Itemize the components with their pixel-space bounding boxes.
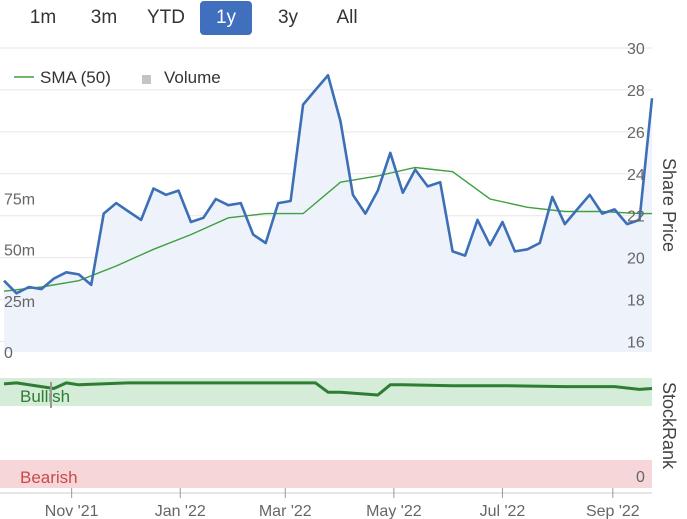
date-tick-label: May '22 [366, 503, 422, 519]
date-tick-label: Nov '21 [45, 503, 99, 519]
bearish-zone [0, 460, 652, 488]
volume-tick-label: 75m [4, 191, 35, 208]
bearish-label: Bearish [20, 468, 78, 487]
price-tick-label: 28 [627, 83, 645, 100]
date-tick-label: Sep '22 [586, 503, 640, 519]
stockrank-zero-tick: 0 [636, 469, 645, 486]
volume-legend-swatch [142, 75, 151, 84]
volume-tick-label: 50m [4, 243, 35, 260]
price-tick-label: 24 [627, 167, 645, 184]
sma-legend-label: SMA (50) [40, 68, 111, 87]
stockrank-axis-title: StockRank [659, 382, 679, 470]
stock-chart: 16 18 20 22 24 26 28 30 0 25m 50m 75m SMA (50) Vol… [0, 41, 679, 519]
price-axis-title: Share Price [659, 158, 679, 252]
price-tick-label: 20 [627, 251, 645, 268]
price-tick-label: 18 [627, 293, 645, 310]
bullish-label: Bullish [20, 387, 70, 406]
date-tick-label: Jan '22 [155, 503, 206, 519]
date-tick-label: Jul '22 [480, 503, 526, 519]
price-tick-label: 22 [627, 209, 645, 226]
price-tick-label: 30 [627, 41, 645, 58]
volume-tick-label: 0 [4, 345, 13, 362]
volume-tick-label: 25m [4, 294, 35, 311]
price-area-fill [4, 75, 652, 353]
date-tick-label: Mar '22 [259, 503, 312, 519]
price-tick-label: 16 [627, 335, 645, 352]
volume-legend-label: Volume [164, 68, 221, 87]
price-tick-label: 26 [627, 125, 645, 142]
